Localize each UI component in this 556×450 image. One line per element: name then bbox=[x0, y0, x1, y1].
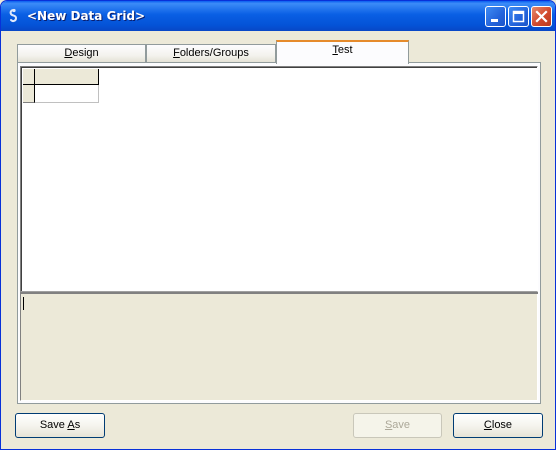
dialog-window: <New Data Grid> Design Folders/Groups Te… bbox=[0, 0, 556, 450]
tab-design[interactable]: Design bbox=[17, 44, 146, 62]
close-window-button[interactable] bbox=[531, 6, 552, 27]
save-button[interactable]: Save bbox=[353, 413, 442, 438]
tab-panel-test bbox=[17, 62, 541, 404]
grid-column-header[interactable] bbox=[35, 69, 99, 85]
maximize-button[interactable] bbox=[508, 6, 529, 27]
text-caret bbox=[23, 297, 24, 310]
save-label-post: ave bbox=[392, 419, 411, 431]
grid-cell[interactable] bbox=[35, 85, 99, 103]
results-grid[interactable] bbox=[20, 66, 538, 292]
tab-test-label-post: est bbox=[337, 44, 353, 56]
maximize-icon bbox=[512, 10, 525, 23]
tab-strip: Design Folders/Groups Test bbox=[17, 40, 417, 64]
close-label-key: C bbox=[483, 419, 492, 431]
tab-test[interactable]: Test bbox=[276, 40, 409, 64]
save-as-label-key: A bbox=[67, 419, 75, 431]
tab-folders-label-post: olders/Groups bbox=[179, 47, 249, 59]
tab-design-label-post: esign bbox=[72, 47, 99, 59]
grid-corner-header[interactable] bbox=[23, 69, 35, 85]
save-as-label-post: s bbox=[74, 419, 81, 431]
tab-folders-label-key: F bbox=[173, 47, 180, 59]
window-title: <New Data Grid> bbox=[27, 9, 146, 23]
close-button[interactable]: Close bbox=[453, 413, 543, 438]
save-as-label-pre: Save bbox=[39, 419, 68, 431]
minimize-icon bbox=[491, 19, 498, 22]
close-label-post: lose bbox=[491, 419, 513, 431]
tab-folders-groups[interactable]: Folders/Groups bbox=[146, 44, 276, 62]
close-icon bbox=[535, 10, 548, 23]
minimize-button[interactable] bbox=[485, 6, 506, 27]
title-bar[interactable]: <New Data Grid> bbox=[1, 1, 555, 31]
query-text-area[interactable] bbox=[20, 294, 538, 401]
grid-row-header[interactable] bbox=[23, 85, 35, 103]
app-hook-icon[interactable] bbox=[7, 8, 21, 24]
save-as-button[interactable]: Save As bbox=[15, 413, 105, 438]
